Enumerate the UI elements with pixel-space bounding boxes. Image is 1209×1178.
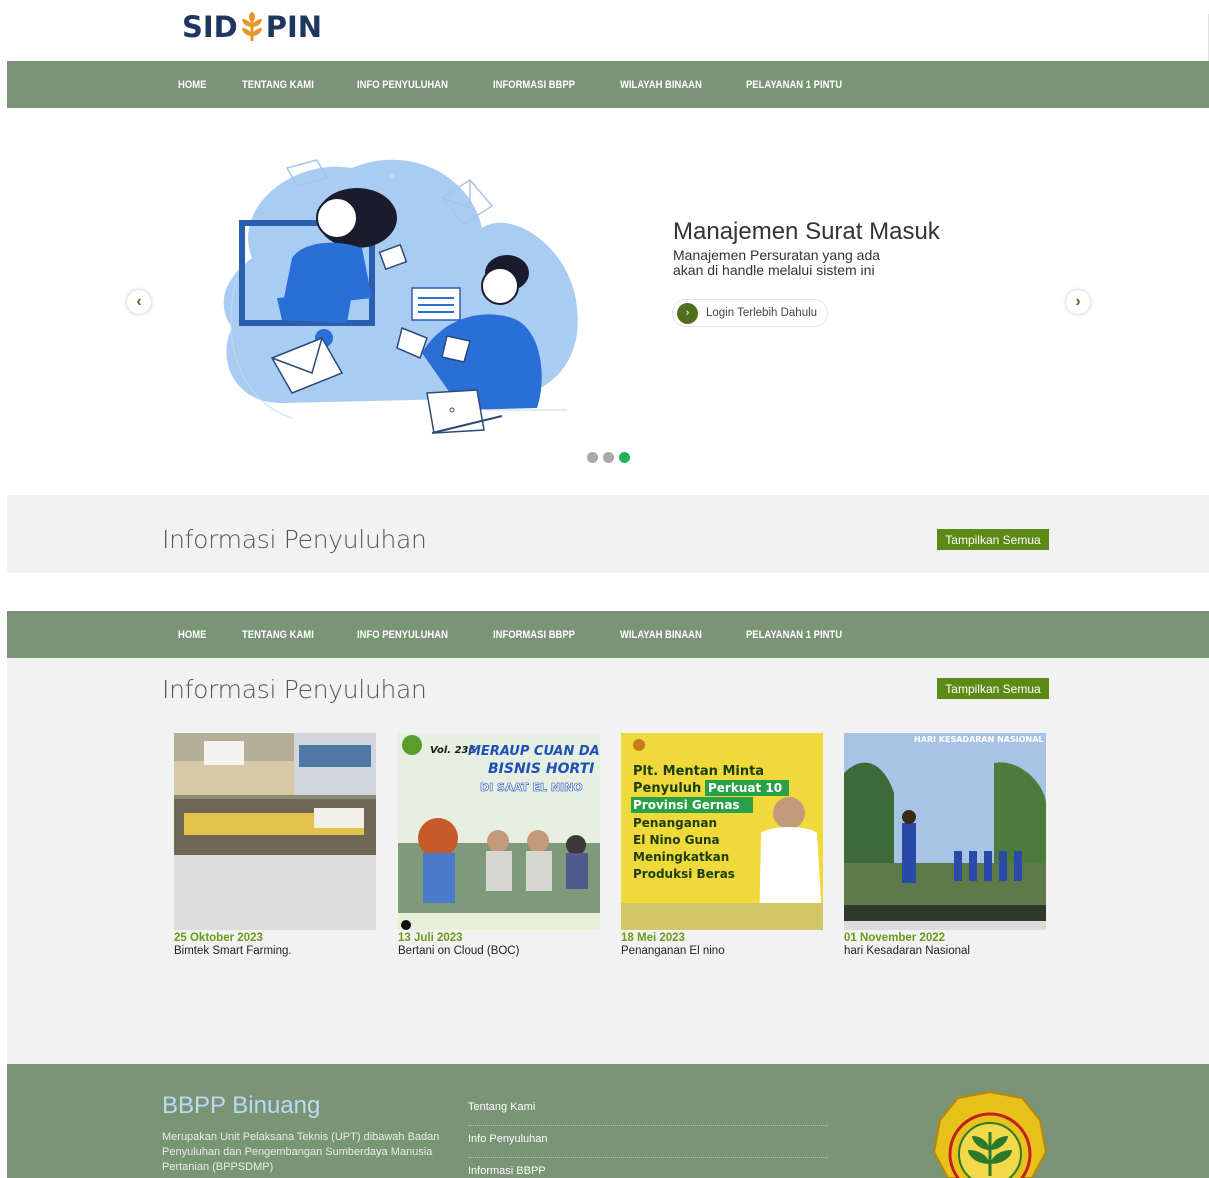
post-poster: Plt. Mentan Minta Penyuluh Perkuat 10 Pr… <box>621 733 823 930</box>
post-thumbnail[interactable]: Vol. 236 MERAUP CUAN DARI BISNIS HORTI D… <box>398 733 600 930</box>
logo-text-right: PIN <box>265 10 323 44</box>
show-all-button[interactable]: Tampilkan Semua <box>937 529 1049 550</box>
slider-next-button[interactable]: › <box>1066 290 1090 314</box>
nav-wilayah-binaan[interactable]: WILAYAH BINAAN <box>620 629 702 641</box>
chevron-left-icon: ‹ <box>136 293 142 310</box>
post-photo: HARI KESADARAN NASIONAL <box>844 733 1046 921</box>
post-card[interactable]: 25 Oktober 2023 Bimtek Smart Farming. <box>174 733 376 957</box>
section-title: Informasi Penyuluhan <box>162 675 427 704</box>
post-card[interactable]: Vol. 236 MERAUP CUAN DARI BISNIS HORTI D… <box>398 733 600 957</box>
site-footer: BBPP Binuang Merupakan Unit Pelaksana Te… <box>7 1064 1209 1178</box>
post-title[interactable]: hari Kesadaran Nasional <box>844 945 1046 957</box>
poster-text-line6: Meningkatkan <box>633 850 729 864</box>
sprout-logo-icon <box>241 12 262 41</box>
login-button-label: Login Terlebih Dahulu <box>706 307 818 319</box>
poster-text-line5: El Nino Guna <box>633 833 720 847</box>
chevron-right-icon: › <box>1075 293 1081 310</box>
post-photo <box>174 733 376 855</box>
poster-text-line7: Produksi Beras <box>633 867 735 881</box>
hero-title: Manajemen Surat Masuk <box>673 218 940 245</box>
nav-home[interactable]: HOME <box>178 629 206 641</box>
nav-info-penyuluhan[interactable]: INFO PENYULUHAN <box>357 79 448 91</box>
poster-text-line1: Plt. Mentan Minta <box>633 764 764 779</box>
hero-description-line-2: akan di handle melalui sistem ini <box>673 262 875 278</box>
post-card[interactable]: Plt. Mentan Minta Penyuluh Perkuat 10 Pr… <box>621 733 823 957</box>
post-date: 01 November 2022 <box>844 932 946 944</box>
post-thumbnail[interactable]: Plt. Mentan Minta Penyuluh Perkuat 10 Pr… <box>621 733 823 930</box>
photo-caption-text: HARI KESADARAN NASIONAL <box>914 735 1044 744</box>
chevron-right-circle-icon: › <box>677 302 698 324</box>
nav-pelayanan-1-pintu[interactable]: PELAYANAN 1 PINTU <box>746 79 842 91</box>
nav-informasi-bbpp[interactable]: INFORMASI BBPP <box>493 629 575 641</box>
footer-link-info-penyuluhan[interactable]: Info Penyuluhan <box>468 1126 828 1158</box>
post-thumbnail[interactable]: HARI KESADARAN NASIONAL <box>844 733 1046 930</box>
slider-dot-1[interactable] <box>587 452 598 463</box>
post-thumbnail[interactable] <box>174 733 376 930</box>
post-date: 25 Oktober 2023 <box>174 932 263 944</box>
info-penyuluhan-section: Informasi Penyuluhan Tampilkan Semua 25 … <box>7 658 1209 1064</box>
nav-home[interactable]: HOME <box>178 79 206 91</box>
post-card[interactable]: HARI KESADARAN NASIONAL 01 November 2022… <box>844 733 1046 957</box>
show-all-button[interactable]: Tampilkan Semua <box>937 678 1049 699</box>
slider-indicators <box>587 452 635 463</box>
post-title[interactable]: Bertani on Cloud (BOC) <box>398 945 600 957</box>
nav-pelayanan-1-pintu[interactable]: PELAYANAN 1 PINTU <box>746 629 842 641</box>
slider-dot-2[interactable] <box>603 452 614 463</box>
footer-link-tentang-kami[interactable]: Tentang Kami <box>468 1094 828 1126</box>
login-button[interactable]: › Login Terlebih Dahulu <box>672 299 828 327</box>
slider-prev-button[interactable]: ‹ <box>127 290 151 314</box>
footer-links: Tentang Kami Info Penyuluhan Informasi B… <box>468 1094 828 1178</box>
hero-illustration <box>223 159 578 434</box>
poster-text-line4: Penanganan <box>633 816 717 830</box>
page: SID PIN HOME TENTANG KAMI INFO PENYULUHA… <box>0 0 1209 1178</box>
poster-text-line2a: Penyuluh <box>633 781 701 796</box>
ministry-emblem-icon <box>932 1090 1048 1178</box>
slider-dot-3-active[interactable] <box>619 452 630 463</box>
post-title[interactable]: Penanganan El nino <box>621 945 823 957</box>
nav-wilayah-binaan[interactable]: WILAYAH BINAAN <box>620 79 702 91</box>
hero-slider: ‹ Manajemen Surat Masuk Manajemen Persur… <box>7 108 1209 495</box>
hero-description: Manajemen Persuratan yang ada akan di ha… <box>673 248 913 278</box>
poster-text-line2b: Perkuat 10 <box>708 781 782 795</box>
poster-text-line3: DI SAAT EL NINO <box>480 781 583 794</box>
footer-description: Merupakan Unit Pelaksana Teknis (UPT) di… <box>162 1131 440 1173</box>
post-poster: Vol. 236 MERAUP CUAN DARI BISNIS HORTI D… <box>398 733 600 930</box>
post-date: 18 Mei 2023 <box>621 932 685 944</box>
nav-tentang-kami[interactable]: TENTANG KAMI <box>242 629 314 641</box>
info-penyuluhan-header-band: Informasi Penyuluhan Tampilkan Semua <box>7 495 1209 573</box>
logo-text-left: SID <box>182 10 238 44</box>
site-logo[interactable]: SID PIN <box>182 10 322 44</box>
footer-title: BBPP Binuang <box>162 1092 321 1119</box>
footer-link-informasi-bbpp[interactable]: Informasi BBPP <box>468 1158 828 1178</box>
poster-text-line3: Provinsi Gernas <box>633 798 740 812</box>
poster-text-line2: BISNIS HORTI <box>488 761 594 777</box>
post-date: 13 Juli 2023 <box>398 932 463 944</box>
poster-text-line1: MERAUP CUAN DARI <box>468 744 600 759</box>
nav-info-penyuluhan[interactable]: INFO PENYULUHAN <box>357 629 448 641</box>
nav-tentang-kami[interactable]: TENTANG KAMI <box>242 79 314 91</box>
sticky-navbar: HOME TENTANG KAMI INFO PENYULUHAN INFORM… <box>7 611 1209 658</box>
section-title: Informasi Penyuluhan <box>162 525 427 554</box>
post-title[interactable]: Bimtek Smart Farming. <box>174 945 376 957</box>
main-navbar: HOME TENTANG KAMI INFO PENYULUHAN INFORM… <box>7 61 1209 108</box>
hero-description-line-1: Manajemen Persuratan yang ada <box>673 247 881 263</box>
nav-informasi-bbpp[interactable]: INFORMASI BBPP <box>493 79 575 91</box>
